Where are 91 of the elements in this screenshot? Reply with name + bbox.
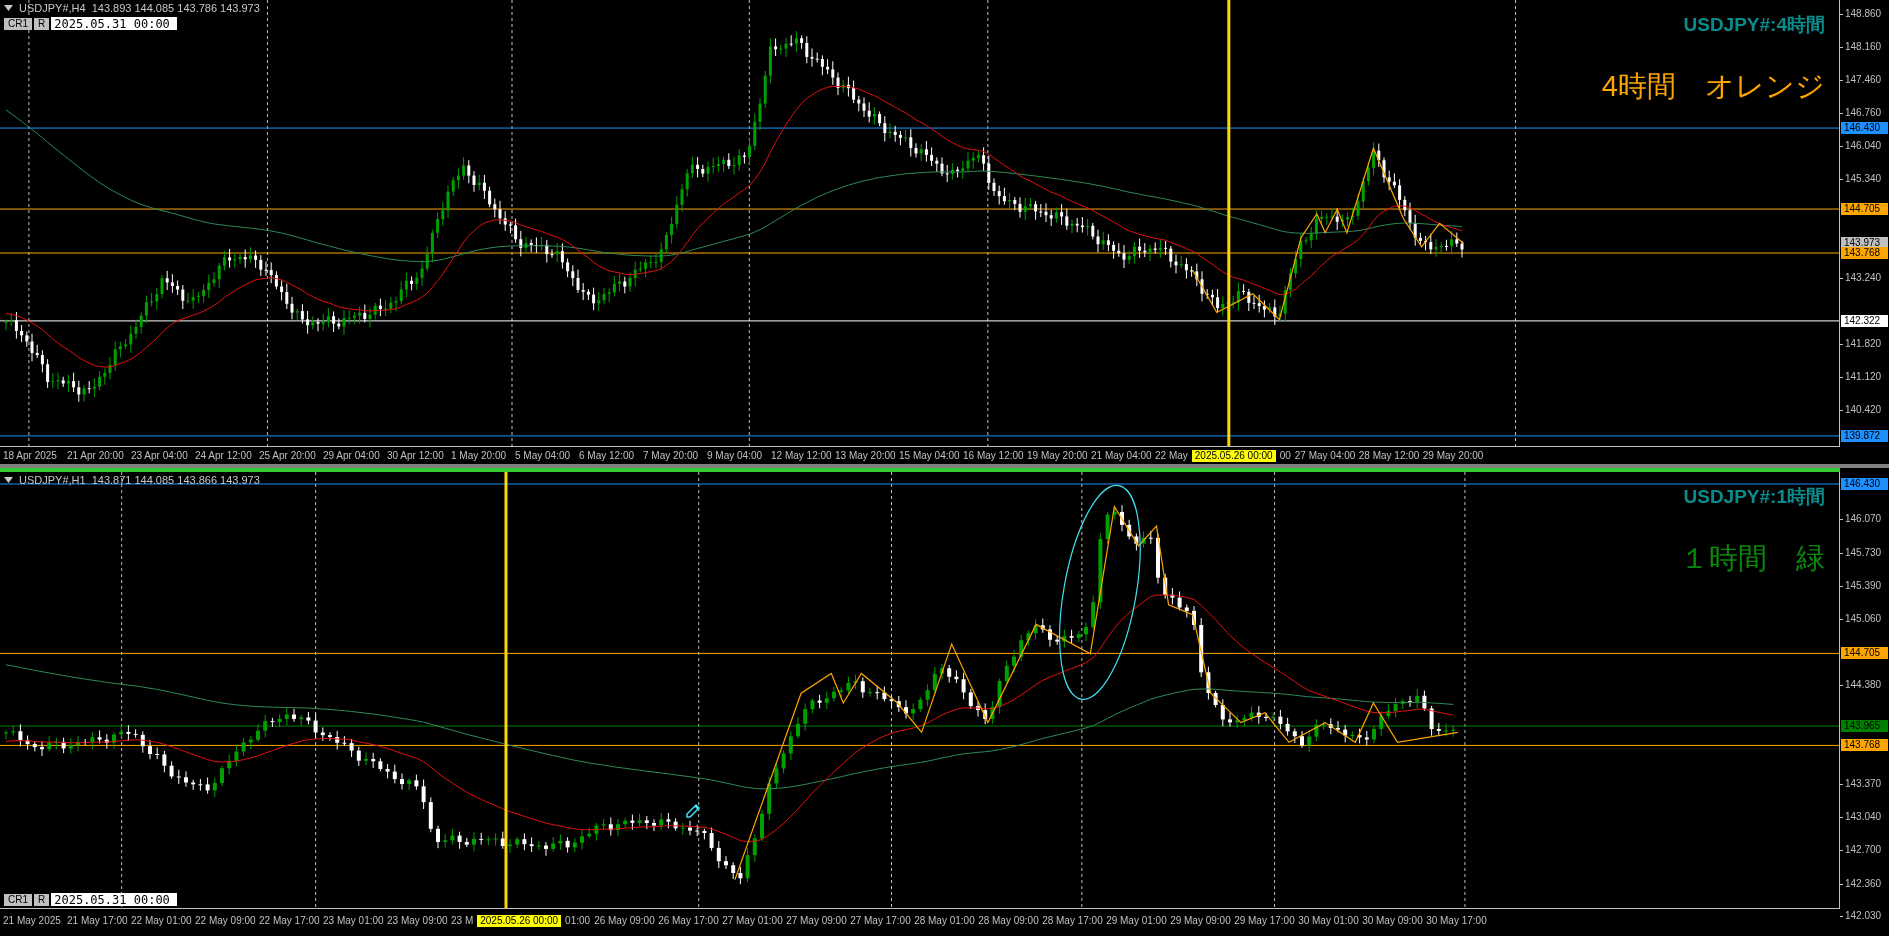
time-tick-label: 29 May 01:00 — [1106, 914, 1168, 927]
time-tick-label: 22 May 17:00 — [259, 914, 321, 927]
time-tick-label: 30 Apr 12:00 — [387, 449, 445, 462]
price-label: 143.768 — [1841, 247, 1888, 259]
price-label: 139.872 — [1841, 429, 1888, 442]
price-tick-label: 148.160 — [1845, 40, 1882, 53]
chart-button[interactable]: CR1 — [4, 17, 32, 30]
time-tick-label: 15 May 04:00 — [899, 449, 961, 462]
price-tick-label: 145.060 — [1845, 612, 1882, 625]
time-tick-label: 28 May 09:00 — [978, 914, 1040, 927]
time-tick-label: 23 May 09:00 — [387, 914, 449, 927]
price-tick-label: 143.370 — [1845, 778, 1882, 791]
time-tick-label: 1 May 20:00 — [451, 449, 508, 462]
time-tick-label: 27 May 01:00 — [722, 914, 784, 927]
time-tick-label: 23 May 01:00 — [323, 914, 385, 927]
ohlc-values: 143.893 144.085 143.786 143.973 — [91, 2, 260, 14]
time-tick-label: 26 May 09:00 — [594, 914, 656, 927]
time-tick-label: 21 May 04:00 — [1091, 449, 1153, 462]
price-label: 146.430 — [1841, 122, 1888, 135]
price-tick-label: 144.380 — [1845, 679, 1882, 692]
crosshair-time-label: 2025.05.26 00:00 — [1191, 449, 1276, 462]
time-tick-label: 25 Apr 20:00 — [259, 449, 317, 462]
time-tick-label: 00 — [1279, 449, 1292, 462]
price-tick-label: 142.030 — [1845, 910, 1882, 923]
time-tick-label: 27 May 17:00 — [850, 914, 912, 927]
time-tick-label: 30 May 17:00 — [1426, 914, 1488, 927]
ohlc-values: 143.871 144.085 143.866 143.973 — [91, 474, 260, 486]
price-tick-label: 146.760 — [1845, 106, 1882, 119]
chart-button[interactable]: CR1 — [4, 893, 32, 906]
price-tick-label: 141.120 — [1845, 371, 1882, 384]
price-tick-label: 142.360 — [1845, 877, 1882, 890]
time-tick-label: 23 Apr 04:00 — [131, 449, 189, 462]
time-tick-label: 22 May 09:00 — [195, 914, 257, 927]
time-tick-label: 29 Apr 04:00 — [323, 449, 381, 462]
chart-note: 4時間 オレンジ — [1601, 70, 1825, 102]
time-tick-label: 28 May 12:00 — [1358, 449, 1421, 462]
price-label: 144.705 — [1841, 647, 1888, 660]
price-tick-label: 145.340 — [1845, 173, 1882, 186]
time-tick-label: 13 May 20:00 — [835, 449, 897, 462]
time-tick-label: 22 May 01:00 — [131, 914, 193, 927]
price-tick-label: 145.390 — [1845, 580, 1882, 593]
time-tick-label: 28 May 17:00 — [1042, 914, 1104, 927]
time-tick-label: 21 May 17:00 — [67, 914, 129, 927]
price-label: 143.768 — [1841, 739, 1888, 752]
price-tick-label: 143.040 — [1845, 810, 1882, 823]
time-tick-label: 26 May 17:00 — [658, 914, 720, 927]
time-tick-label: 30 May 09:00 — [1362, 914, 1424, 927]
time-tick-label: 21 Apr 20:00 — [67, 449, 125, 462]
date-field[interactable]: 2025.05.31 00:00 — [51, 893, 178, 906]
time-tick-label: 9 May 04:00 — [707, 449, 764, 462]
time-tick-label: 27 May 04:00 — [1294, 449, 1357, 462]
time-tick-label: 24 Apr 12:00 — [195, 449, 253, 462]
time-tick-label: 29 May 17:00 — [1234, 914, 1296, 927]
time-tick-label: 29 May 20:00 — [1422, 449, 1485, 462]
chart-title: USDJPY#:4時間 — [1683, 14, 1825, 36]
price-tick-label: 141.820 — [1845, 338, 1882, 351]
price-label: 142.322 — [1841, 314, 1888, 327]
time-tick-label: 30 May 01:00 — [1298, 914, 1360, 927]
chart-symbol: USDJPY#,H4 — [19, 2, 86, 14]
price-tick-label: 142.700 — [1845, 844, 1882, 857]
time-tick-label: 28 May 01:00 — [914, 914, 976, 927]
date-field[interactable]: 2025.05.31 00:00 — [51, 17, 178, 30]
time-tick-label: 5 May 04:00 — [515, 449, 572, 462]
price-tick-label: 147.460 — [1845, 73, 1882, 86]
chart-title: USDJPY#:1時間 — [1683, 486, 1825, 508]
chart-note: １時間 緑 — [1680, 542, 1825, 574]
time-tick-label: 21 May 2025 — [3, 914, 62, 927]
price-label: 146.430 — [1841, 478, 1888, 490]
crosshair-time-label: 2025.05.26 00:00 — [477, 914, 562, 927]
chart-button[interactable]: R — [34, 17, 50, 30]
time-tick-label: 7 May 20:00 — [643, 449, 700, 462]
price-tick-label: 140.420 — [1845, 404, 1882, 417]
chart-symbol: USDJPY#,H1 — [19, 474, 86, 486]
time-tick-label: 01:00 — [565, 914, 592, 927]
price-label: 144.705 — [1841, 203, 1888, 216]
time-tick-label: 19 May 20:00 — [1027, 449, 1089, 462]
price-tick-label: 143.240 — [1845, 271, 1882, 284]
price-tick-label: 146.040 — [1845, 140, 1882, 153]
chart-button[interactable]: R — [34, 893, 50, 906]
time-tick-label: 22 May — [1155, 449, 1189, 462]
time-tick-label: 16 May 12:00 — [963, 449, 1025, 462]
time-tick-label: 6 May 12:00 — [579, 449, 636, 462]
time-tick-label: 27 May 09:00 — [786, 914, 848, 927]
time-tick-label: 12 May 12:00 — [771, 449, 833, 462]
price-label: 143.965 — [1841, 720, 1888, 733]
time-tick-label: 29 May 09:00 — [1170, 914, 1232, 927]
time-tick-label: 23 M — [451, 914, 475, 927]
time-tick-label: 18 Apr 2025 — [3, 449, 58, 462]
price-tick-label: 145.730 — [1845, 546, 1882, 559]
price-tick-label: 146.070 — [1845, 513, 1882, 526]
price-tick-label: 148.860 — [1845, 8, 1882, 20]
